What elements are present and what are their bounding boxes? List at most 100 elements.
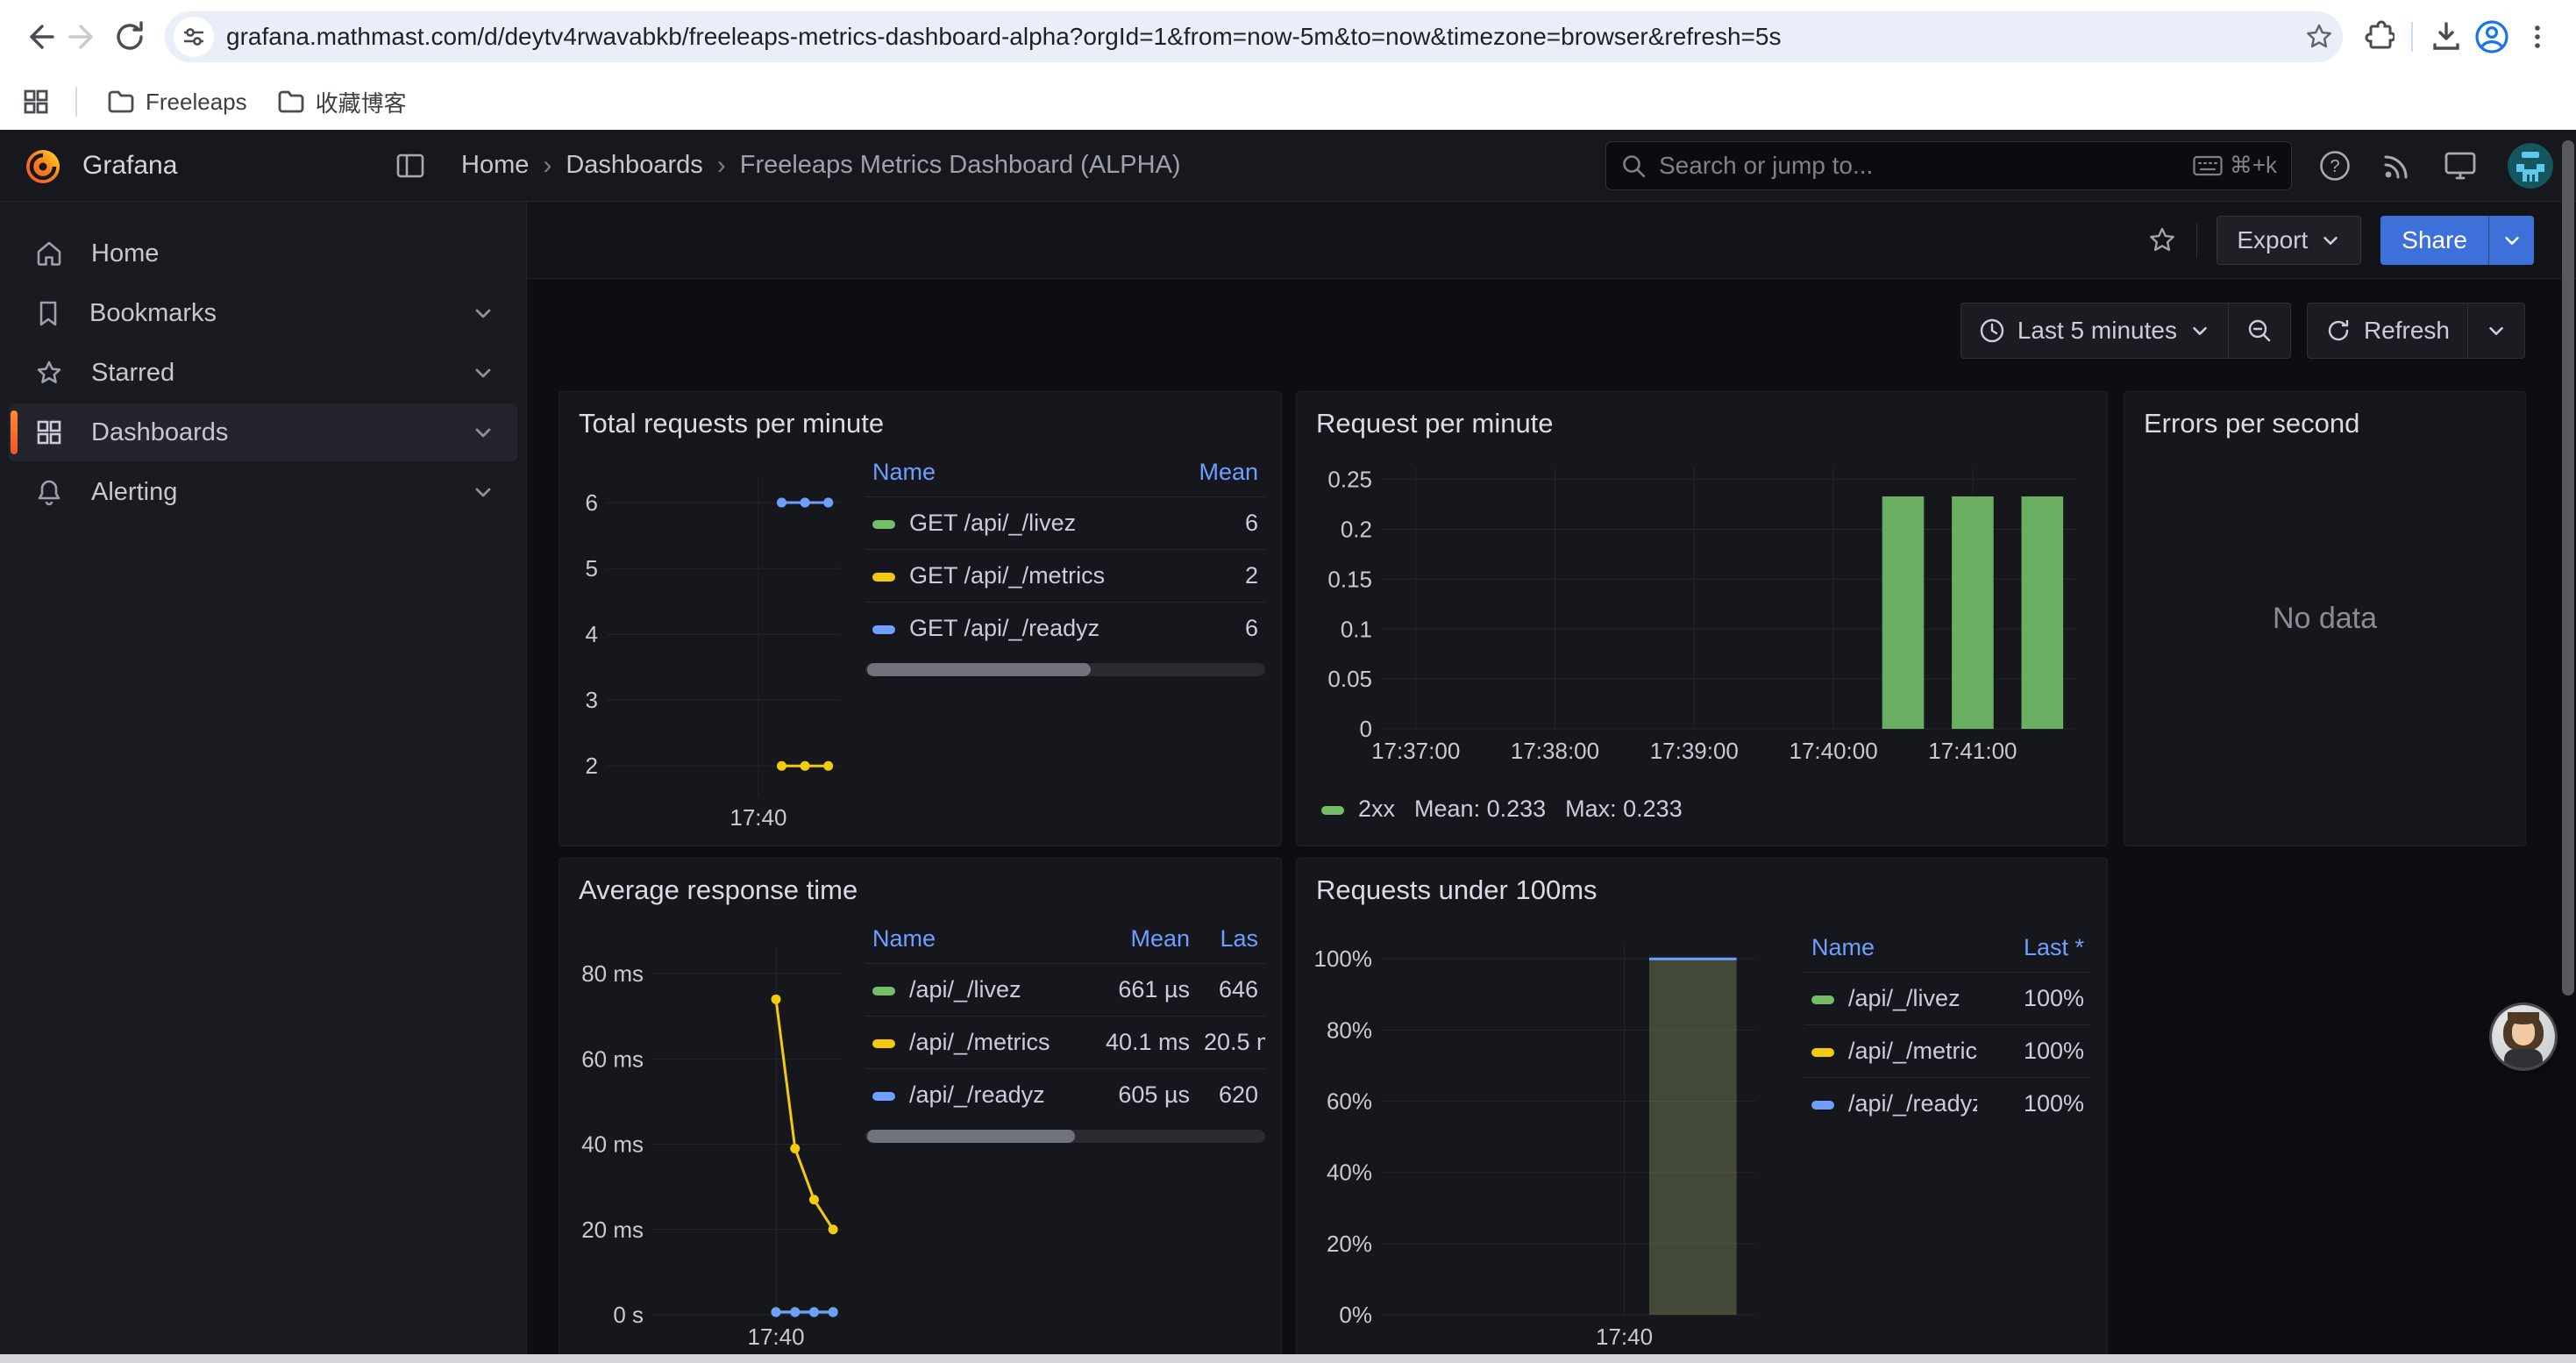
grafana-logo[interactable] bbox=[23, 146, 63, 186]
address-bar[interactable]: grafana.mathmast.com/d/deytv4rwavabkb/fr… bbox=[165, 11, 2343, 62]
search-shortcut: ⌘+k bbox=[2193, 152, 2277, 179]
time-range-group: Last 5 minutes bbox=[1960, 303, 2291, 359]
svg-text:17:40: 17:40 bbox=[748, 1324, 805, 1350]
help-icon[interactable]: ? bbox=[2318, 149, 2352, 182]
svg-text:40 ms: 40 ms bbox=[581, 1131, 644, 1158]
panel-title[interactable]: Total requests per minute bbox=[579, 408, 1265, 439]
legend-row: /api/_/readyz 100% bbox=[1804, 1078, 2091, 1131]
search-input[interactable]: Search or jump to... ⌘+k bbox=[1605, 141, 2292, 190]
series-last: 20.5 m bbox=[1197, 1017, 1265, 1069]
legend-header-mean[interactable]: Mean bbox=[1160, 452, 1265, 497]
series-name: /api/_/readyz bbox=[1848, 1090, 1977, 1117]
zoom-out-button[interactable] bbox=[2229, 303, 2290, 358]
apps-grid-icon bbox=[22, 88, 50, 116]
time-controls: Last 5 minutes Refresh bbox=[1960, 303, 2525, 359]
svg-text:0: 0 bbox=[1360, 716, 1372, 742]
chevron-down-icon bbox=[2501, 230, 2523, 251]
legend-scrollbar[interactable] bbox=[865, 1130, 1265, 1143]
star-icon bbox=[35, 359, 63, 387]
legend-header-name[interactable]: Name bbox=[865, 452, 1160, 497]
site-info-button[interactable] bbox=[174, 17, 214, 57]
export-button[interactable]: Export bbox=[2217, 216, 2361, 265]
panel-average-response-time: Average response time 0 s20 ms40 ms60 ms… bbox=[559, 858, 1282, 1363]
legend-header-name[interactable]: Name bbox=[865, 918, 1065, 964]
downloads-button[interactable] bbox=[2423, 14, 2469, 60]
series-last: 646 bbox=[1197, 964, 1265, 1017]
series-swatch bbox=[872, 573, 895, 582]
series-swatch bbox=[872, 520, 895, 529]
svg-text:17:39:00: 17:39:00 bbox=[1650, 738, 1739, 764]
refresh-button[interactable]: Refresh bbox=[2308, 303, 2467, 358]
apps-grid-button[interactable] bbox=[16, 82, 56, 122]
sidebar-item-dashboards[interactable]: Dashboards bbox=[9, 403, 517, 461]
breadcrumb: Home › Dashboards › Freeleaps Metrics Da… bbox=[461, 151, 1181, 181]
sidebar-item-label: Alerting bbox=[91, 478, 444, 507]
svg-text:17:41:00: 17:41:00 bbox=[1928, 738, 2017, 764]
panel-toggle-icon bbox=[395, 150, 426, 182]
profile-button[interactable] bbox=[2469, 14, 2515, 60]
sidebar-item-bookmarks[interactable]: Bookmarks bbox=[9, 284, 517, 342]
svg-text:40%: 40% bbox=[1327, 1160, 1372, 1186]
legend-header-last[interactable]: Las bbox=[1197, 918, 1265, 964]
bookmark-star-icon[interactable] bbox=[2304, 22, 2334, 52]
breadcrumb-dashboards[interactable]: Dashboards bbox=[566, 151, 702, 180]
svg-text:100%: 100% bbox=[1314, 946, 1373, 972]
average-response-time-chart[interactable]: 0 s20 ms40 ms60 ms80 ms17:40 bbox=[575, 918, 851, 1357]
svg-text:4: 4 bbox=[586, 621, 598, 647]
page-scrollbar[interactable] bbox=[2562, 140, 2574, 995]
sidebar-item-label: Home bbox=[91, 239, 495, 268]
series-swatch bbox=[872, 1092, 895, 1101]
legend-header-mean[interactable]: Mean bbox=[1065, 918, 1197, 964]
bookmarks-divider bbox=[75, 87, 77, 117]
extensions-button[interactable] bbox=[2355, 14, 2401, 60]
refresh-interval-dropdown[interactable] bbox=[2468, 303, 2524, 358]
series-swatch bbox=[1811, 995, 1834, 1004]
series-swatch bbox=[872, 1039, 895, 1048]
browser-menu-button[interactable] bbox=[2515, 14, 2560, 60]
time-range-picker[interactable]: Last 5 minutes bbox=[1961, 303, 2228, 358]
legend-scrollbar[interactable] bbox=[865, 663, 1265, 676]
puzzle-icon bbox=[2361, 20, 2395, 54]
assistant-avatar-button[interactable] bbox=[2492, 1005, 2555, 1068]
user-avatar-button[interactable] bbox=[2508, 143, 2553, 189]
dashboard-controls: Export Share bbox=[527, 202, 2576, 279]
sidebar-item-alerting[interactable]: Alerting bbox=[9, 463, 517, 521]
requests-under-100ms-chart[interactable]: 0%20%40%60%80%100%17:40 bbox=[1313, 918, 1790, 1357]
legend-header-name[interactable]: Name bbox=[1804, 927, 1977, 973]
share-dropdown-button[interactable] bbox=[2488, 216, 2534, 265]
series-mean: 40.1 ms bbox=[1065, 1017, 1197, 1069]
chevron-down-icon bbox=[2320, 230, 2341, 251]
forward-button[interactable] bbox=[61, 14, 107, 60]
keyboard-icon bbox=[2193, 155, 2223, 176]
reload-button[interactable] bbox=[107, 14, 153, 60]
back-button[interactable] bbox=[16, 14, 61, 60]
chevron-down-icon bbox=[2189, 320, 2210, 341]
total-requests-chart[interactable]: 2345617:40 bbox=[575, 452, 851, 838]
legend-row: /api/_/metrics 100% bbox=[1804, 1025, 2091, 1078]
sidebar-toggle-button[interactable] bbox=[395, 150, 426, 182]
panel-title[interactable]: Request per minute bbox=[1316, 408, 2091, 439]
bookmarks-bar: Freeleaps 收藏博客 bbox=[0, 74, 2576, 130]
legend-table: Name Last * /api/_/livez 100% /api/_/met… bbox=[1804, 927, 2091, 1130]
legend-row: GET /api/_/metrics 2 bbox=[865, 550, 1265, 603]
breadcrumb-home[interactable]: Home bbox=[461, 151, 529, 180]
monitor-icon[interactable] bbox=[2443, 149, 2478, 182]
favorite-star-icon[interactable] bbox=[2147, 225, 2177, 255]
sidebar-item-starred[interactable]: Starred bbox=[9, 344, 517, 402]
share-button[interactable]: Share bbox=[2380, 216, 2488, 265]
request-per-minute-chart[interactable]: 00.050.10.150.20.2517:37:0017:38:0017:39… bbox=[1313, 452, 2093, 790]
bookmark-folder-blogs[interactable]: 收藏博客 bbox=[267, 81, 417, 124]
legend-header-last[interactable]: Last * bbox=[1977, 927, 2091, 973]
panel-title[interactable]: Requests under 100ms bbox=[1316, 874, 2091, 906]
news-rss-icon[interactable] bbox=[2381, 150, 2413, 182]
panel-title[interactable]: Errors per second bbox=[2144, 408, 2509, 439]
chevron-down-icon bbox=[472, 361, 495, 384]
legend-row: /api/_/metrics 40.1 ms 20.5 m bbox=[865, 1017, 1265, 1069]
no-data-message: No data bbox=[2140, 452, 2509, 785]
bookmark-folder-freeleaps[interactable]: Freeleaps bbox=[96, 83, 258, 121]
clock-icon bbox=[1979, 318, 2005, 344]
sidebar-item-home[interactable]: Home bbox=[9, 225, 517, 282]
url-text[interactable]: grafana.mathmast.com/d/deytv4rwavabkb/fr… bbox=[226, 23, 2304, 51]
panel-title[interactable]: Average response time bbox=[579, 874, 1265, 906]
series-name: GET /api/_/livez bbox=[909, 510, 1076, 536]
